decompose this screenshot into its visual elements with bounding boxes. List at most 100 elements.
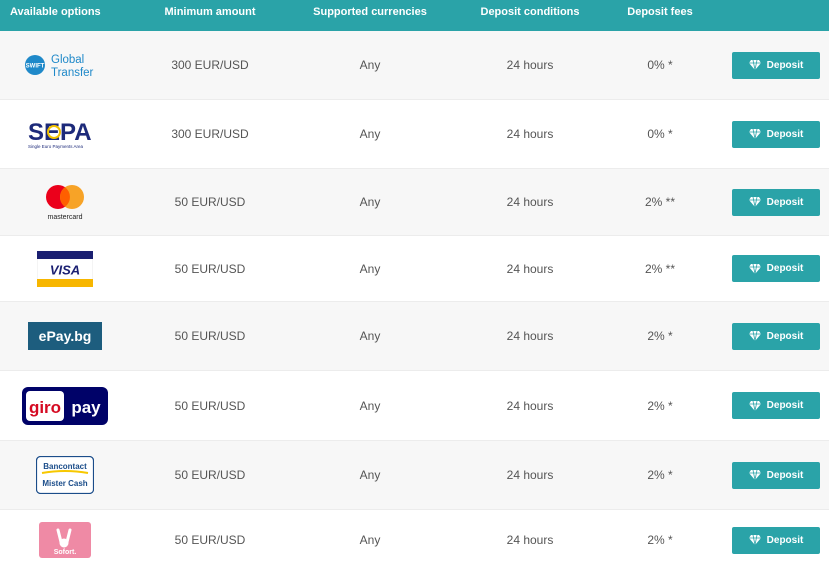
logo-text-1: mastercard: [47, 214, 82, 221]
diamond-icon: [748, 400, 761, 411]
logo-text-1: Sofort.: [54, 549, 77, 556]
table-row: VISA 50 EUR/USD Any 24 hours 2% ** Depos…: [0, 236, 829, 302]
currencies: Any: [359, 195, 381, 209]
currencies: Any: [359, 533, 381, 547]
deposit-button-label: Deposit: [766, 469, 804, 481]
logo-cell: SWIFT Global Transfer: [0, 50, 130, 80]
min-amount: 50 EUR/USD: [174, 468, 246, 482]
logo-cell: SEPA Single Euro Payments Area: [0, 119, 130, 149]
logo-text-1: giro: [29, 398, 61, 417]
deposit-button[interactable]: Deposit: [732, 392, 820, 419]
logo-text-1: VISA: [50, 262, 80, 277]
diamond-icon: [748, 60, 761, 70]
header-options: Available options: [10, 6, 101, 18]
table-row: SWIFT Global Transfer 300 EUR/USD Any 24…: [0, 31, 829, 100]
sepa-logo: SEPA Single Euro Payments Area: [28, 119, 92, 149]
action-cell: Deposit: [710, 188, 829, 216]
currencies: Any: [359, 261, 381, 276]
logo-text-2: Transfer: [51, 67, 94, 79]
currencies: Any: [359, 58, 381, 72]
fee: 2% **: [644, 261, 676, 276]
sofort-logo: Sofort.: [39, 522, 91, 558]
table-row: giro pay 50 EUR/USD Any 24 hours 2% * De…: [0, 371, 829, 441]
min-amount: 50 EUR/USD: [174, 261, 246, 276]
action-cell: Deposit: [710, 51, 829, 79]
logo-cell: ePay.bg: [0, 322, 130, 350]
action-cell: Deposit: [710, 526, 829, 554]
logo-text-1: ePay.bg: [39, 328, 92, 344]
deposit-button-label: Deposit: [766, 263, 804, 274]
min-amount: 300 EUR/USD: [171, 58, 249, 72]
deposit-button[interactable]: Deposit: [732, 322, 820, 350]
fee: 2% *: [647, 329, 673, 343]
action-cell: Deposit: [710, 322, 829, 350]
header-conditions: Deposit conditions: [480, 6, 580, 18]
fee: 2% *: [647, 398, 673, 413]
action-cell: Deposit: [710, 120, 829, 148]
logo-cell: Bancontact Mister Cash: [0, 456, 130, 494]
logo-cell: giro pay: [0, 386, 130, 425]
deposit-button[interactable]: Deposit: [732, 120, 820, 148]
diamond-icon: [748, 263, 761, 274]
conditions: 24 hours: [506, 58, 554, 72]
header-fees: Deposit fees: [627, 6, 693, 18]
fee: 0% *: [647, 127, 673, 141]
diamond-icon: [748, 197, 761, 207]
header-min-amount: Minimum amount: [164, 6, 256, 18]
deposit-button-label: Deposit: [766, 400, 804, 411]
diamond-icon: [748, 535, 761, 545]
deposit-options-table: Available options Minimum amount Support…: [0, 0, 829, 570]
table-row: ePay.bg 50 EUR/USD Any 24 hours 2% * Dep…: [0, 302, 829, 371]
table-row: Bancontact Mister Cash 50 EUR/USD Any 24…: [0, 441, 829, 510]
logo-text-1: Global: [51, 54, 84, 66]
conditions: 24 hours: [506, 398, 554, 413]
logo-cell: VISA: [0, 250, 130, 287]
deposit-button[interactable]: Deposit: [732, 188, 820, 216]
giropay-logo: giro pay: [22, 386, 108, 425]
conditions: 24 hours: [506, 329, 554, 343]
min-amount: 50 EUR/USD: [174, 533, 246, 547]
logo-cell: mastercard: [0, 182, 130, 222]
logo-cell: Sofort.: [0, 522, 130, 558]
diamond-icon: [748, 331, 761, 341]
deposit-button[interactable]: Deposit: [732, 255, 820, 282]
deposit-button-label: Deposit: [766, 196, 804, 208]
global-transfer-logo: SWIFT Global Transfer: [25, 54, 94, 79]
currencies: Any: [359, 329, 381, 343]
table-body: SWIFT Global Transfer 300 EUR/USD Any 24…: [0, 31, 829, 570]
fee: 0% *: [647, 58, 673, 72]
action-cell: Deposit: [710, 461, 829, 489]
min-amount: 50 EUR/USD: [174, 195, 246, 209]
deposit-button[interactable]: Deposit: [732, 461, 820, 489]
deposit-button-label: Deposit: [766, 59, 804, 71]
table-row: Sofort. 50 EUR/USD Any 24 hours 2% * Dep…: [0, 510, 829, 570]
table-header: Available options Minimum amount Support…: [0, 0, 829, 31]
min-amount: 50 EUR/USD: [174, 329, 246, 343]
min-amount: 300 EUR/USD: [171, 127, 249, 141]
fee: 2% **: [644, 195, 676, 209]
table-row: SEPA Single Euro Payments Area 300 EUR/U…: [0, 100, 829, 169]
logo-badge: SWIFT: [26, 64, 45, 70]
conditions: 24 hours: [506, 127, 554, 141]
deposit-button[interactable]: Deposit: [732, 51, 820, 79]
currencies: Any: [359, 398, 381, 413]
fee: 2% *: [647, 468, 673, 482]
logo-text-2: Mister Cash: [42, 479, 87, 488]
conditions: 24 hours: [506, 195, 554, 209]
fee: 2% *: [647, 533, 673, 547]
deposit-button-label: Deposit: [766, 330, 804, 342]
deposit-button[interactable]: Deposit: [732, 526, 820, 554]
diamond-icon: [748, 129, 761, 139]
action-cell: Deposit: [710, 255, 829, 282]
header-action: [710, 0, 829, 6]
conditions: 24 hours: [506, 261, 554, 276]
conditions: 24 hours: [506, 468, 554, 482]
currencies: Any: [359, 127, 381, 141]
diamond-icon: [748, 470, 761, 480]
currencies: Any: [359, 468, 381, 482]
logo-text-2: Single Euro Payments Area: [28, 144, 84, 149]
header-currencies: Supported currencies: [313, 6, 427, 18]
min-amount: 50 EUR/USD: [174, 398, 246, 413]
conditions: 24 hours: [506, 533, 554, 547]
action-cell: Deposit: [710, 392, 829, 419]
